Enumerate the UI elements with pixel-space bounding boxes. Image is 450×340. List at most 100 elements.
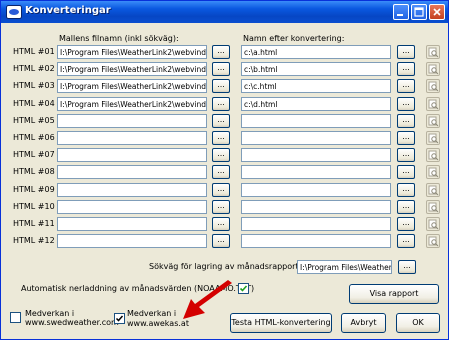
- output-field[interactable]: c:\b.html: [241, 62, 391, 76]
- preview-icon: [428, 81, 439, 92]
- preview-button[interactable]: [426, 165, 440, 179]
- preview-button[interactable]: [426, 183, 440, 197]
- report-path-field[interactable]: I:\Program Files\WeatherLink1\ASTOL: [297, 260, 392, 274]
- template-field[interactable]: [57, 200, 207, 214]
- template-field[interactable]: [57, 165, 207, 179]
- preview-icon: [428, 167, 439, 178]
- output-field[interactable]: [241, 200, 391, 214]
- template-browse-button[interactable]: ...: [212, 62, 230, 76]
- output-browse-button[interactable]: ...: [397, 97, 415, 111]
- preview-icon: [428, 202, 439, 213]
- output-browse-button[interactable]: ...: [397, 200, 415, 214]
- template-browse-button[interactable]: ...: [212, 165, 230, 179]
- template-browse-button[interactable]: ...: [212, 234, 230, 248]
- output-browse-button[interactable]: ...: [397, 79, 415, 93]
- output-browse-button[interactable]: ...: [397, 234, 415, 248]
- output-browse-button[interactable]: ...: [397, 148, 415, 162]
- template-browse-button[interactable]: ...: [212, 200, 230, 214]
- template-field[interactable]: [57, 131, 207, 145]
- output-field[interactable]: [241, 217, 391, 231]
- row-label: HTML #09: [13, 185, 55, 194]
- row-label: HTML #08: [13, 167, 55, 176]
- template-field[interactable]: I:\Program Files\WeatherLink2\webvind\: [57, 45, 207, 59]
- preview-button[interactable]: [426, 217, 440, 231]
- swedweather-label-line2: www.swedweather.com: [25, 318, 119, 327]
- preview-icon: [428, 133, 439, 144]
- checkmark-icon: [115, 315, 124, 322]
- template-field[interactable]: [57, 183, 207, 197]
- row-label: HTML #01: [13, 47, 55, 56]
- preview-button[interactable]: [426, 79, 440, 93]
- row-label: HTML #05: [13, 116, 55, 125]
- output-field[interactable]: [241, 131, 391, 145]
- template-browse-button[interactable]: ...: [212, 97, 230, 111]
- swedweather-checkbox[interactable]: [10, 312, 21, 323]
- template-field[interactable]: [57, 217, 207, 231]
- preview-icon: [428, 47, 439, 58]
- checkmark-icon: [239, 285, 248, 292]
- report-path-browse-button[interactable]: ...: [398, 260, 416, 274]
- maximize-button[interactable]: [411, 4, 427, 20]
- maximize-icon: [414, 7, 424, 17]
- template-field[interactable]: I:\Program Files\WeatherLink2\webvind\: [57, 79, 207, 93]
- row-label: HTML #11: [13, 219, 55, 228]
- template-browse-button[interactable]: ...: [212, 183, 230, 197]
- row-label: HTML #06: [13, 133, 55, 142]
- ok-button[interactable]: OK: [396, 313, 440, 333]
- template-browse-button[interactable]: ...: [212, 148, 230, 162]
- preview-button[interactable]: [426, 114, 440, 128]
- preview-button[interactable]: [426, 234, 440, 248]
- output-browse-button[interactable]: ...: [397, 165, 415, 179]
- template-field[interactable]: [57, 148, 207, 162]
- output-browse-button[interactable]: ...: [397, 114, 415, 128]
- output-field[interactable]: c:\a.html: [241, 45, 391, 59]
- preview-button[interactable]: [426, 45, 440, 59]
- template-browse-button[interactable]: ...: [212, 217, 230, 231]
- preview-icon: [428, 219, 439, 230]
- preview-icon: [428, 64, 439, 75]
- output-field[interactable]: [241, 148, 391, 162]
- output-field[interactable]: [241, 183, 391, 197]
- preview-button[interactable]: [426, 62, 440, 76]
- template-field[interactable]: I:\Program Files\WeatherLink2\webvind\: [57, 97, 207, 111]
- preview-button[interactable]: [426, 131, 440, 145]
- output-column-header: Namn efter konvertering:: [243, 34, 345, 43]
- template-column-header: Mallens filnamn (inkl sökväg):: [59, 34, 179, 43]
- show-report-button[interactable]: Visa rapport: [349, 284, 439, 304]
- output-browse-button[interactable]: ...: [397, 217, 415, 231]
- template-field[interactable]: [57, 234, 207, 248]
- title-bar[interactable]: Konverteringar: [1, 1, 448, 23]
- close-icon: [433, 8, 441, 16]
- row-label: HTML #07: [13, 150, 55, 159]
- output-browse-button[interactable]: ...: [397, 62, 415, 76]
- template-browse-button[interactable]: ...: [212, 131, 230, 145]
- template-browse-button[interactable]: ...: [212, 79, 230, 93]
- preview-button[interactable]: [426, 148, 440, 162]
- template-field[interactable]: I:\Program Files\WeatherLink2\webvind\: [57, 62, 207, 76]
- preview-button[interactable]: [426, 200, 440, 214]
- template-browse-button[interactable]: ...: [212, 114, 230, 128]
- row-label: HTML #03: [13, 81, 55, 90]
- row-label: HTML #10: [13, 202, 55, 211]
- output-field[interactable]: [241, 114, 391, 128]
- output-browse-button[interactable]: ...: [397, 183, 415, 197]
- arrow-icon: [183, 280, 232, 319]
- auto-download-checkbox[interactable]: [238, 283, 249, 294]
- test-html-button[interactable]: Testa HTML-konvertering: [230, 313, 332, 333]
- close-button[interactable]: [429, 4, 445, 20]
- output-field[interactable]: c:\c.html: [241, 79, 391, 93]
- preview-button[interactable]: [426, 97, 440, 111]
- minimize-button[interactable]: [393, 4, 409, 20]
- output-field[interactable]: [241, 165, 391, 179]
- output-field[interactable]: c:\d.html: [241, 97, 391, 111]
- konverteringar-window: Konverteringar Mallens filnamn (inkl sök…: [0, 0, 449, 340]
- swedweather-label-line1: Medverkan i: [25, 309, 75, 318]
- output-field[interactable]: [241, 234, 391, 248]
- cancel-button[interactable]: Avbryt: [341, 313, 386, 333]
- output-browse-button[interactable]: ...: [397, 131, 415, 145]
- template-browse-button[interactable]: ...: [212, 45, 230, 59]
- template-field[interactable]: [57, 114, 207, 128]
- row-label: HTML #04: [13, 99, 55, 108]
- awekas-checkbox[interactable]: [114, 313, 125, 324]
- output-browse-button[interactable]: ...: [397, 45, 415, 59]
